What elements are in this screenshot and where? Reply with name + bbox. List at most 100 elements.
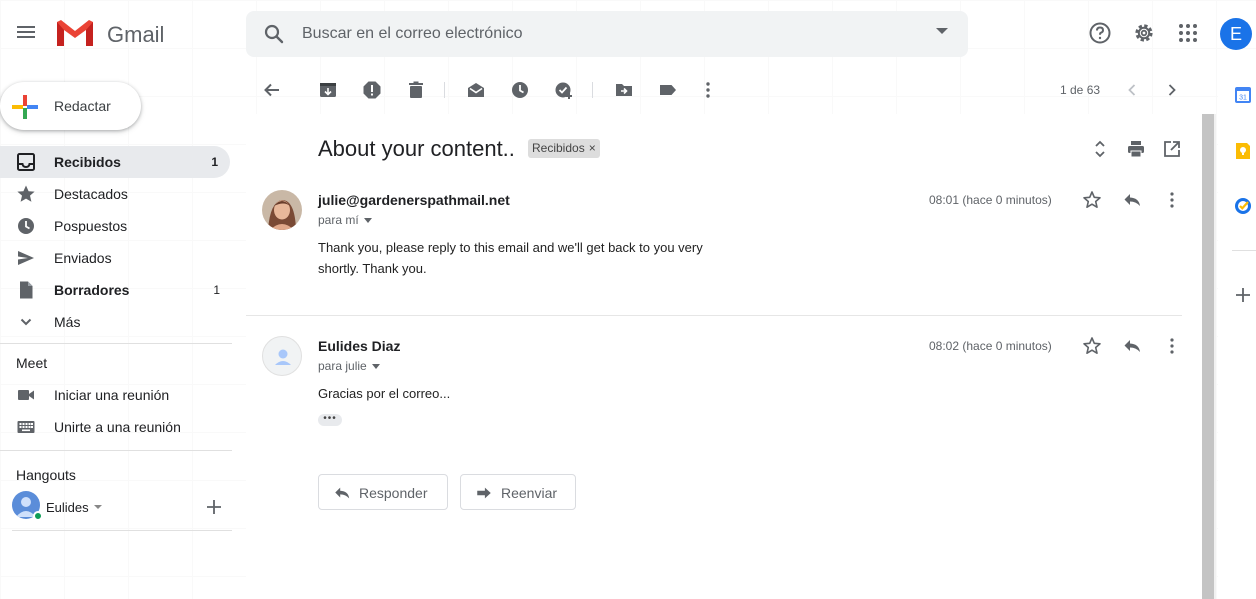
reply-button-label: Responder — [359, 485, 428, 501]
sidebar-divider — [0, 343, 232, 344]
sidebar-item-label: Enviados — [54, 250, 112, 266]
snooze-clock-icon[interactable] — [510, 80, 530, 100]
sidebar-divider — [12, 530, 232, 531]
message-more-options-icon[interactable] — [1162, 190, 1182, 210]
reply-button[interactable]: Responder — [318, 474, 448, 510]
search-icon[interactable] — [262, 22, 286, 46]
unread-count: 1 — [211, 155, 218, 169]
help-icon[interactable] — [1088, 21, 1112, 45]
caret-down-icon[interactable] — [94, 505, 102, 509]
sidebar-item-enviados[interactable]: Enviados — [0, 242, 232, 274]
more-options-icon[interactable] — [698, 80, 718, 100]
sender-avatar-photo[interactable] — [262, 190, 302, 230]
archive-icon[interactable] — [318, 80, 338, 100]
recipient-details-toggle[interactable]: para julie — [318, 359, 380, 373]
older-chevron-right-icon[interactable] — [1162, 80, 1182, 100]
search-bar[interactable] — [246, 11, 968, 57]
gmail-logo-icon[interactable] — [55, 18, 95, 48]
chevron-down-icon — [20, 318, 32, 326]
label-tag-icon[interactable] — [658, 80, 678, 100]
sidebar-item-mas[interactable]: Más — [0, 306, 232, 338]
clock-icon — [18, 218, 34, 234]
sidebar-item-label: Borradores — [54, 282, 130, 298]
join-meeting-label: Unirte a una reunión — [54, 419, 181, 435]
message-more-options-icon[interactable] — [1162, 336, 1182, 356]
join-meeting-item[interactable]: Unirte a una reunión — [0, 411, 232, 443]
sidebar-item-label: Recibidos — [54, 154, 121, 170]
scrollbar-track[interactable] — [1214, 114, 1216, 599]
label-chip-text: Recibidos — [532, 141, 585, 155]
message-sender[interactable]: julie@gardenerspathmail.net — [318, 192, 510, 208]
start-meeting-label: Iniciar una reunión — [54, 387, 170, 403]
compose-button[interactable]: Redactar — [0, 82, 141, 130]
calendar-icon[interactable]: 31 — [1234, 86, 1252, 104]
show-trimmed-content-button[interactable]: ••• — [318, 414, 342, 426]
back-arrow-icon[interactable] — [262, 80, 282, 100]
forward-button-label: Reenviar — [501, 485, 558, 501]
scrollbar-thumb[interactable] — [1202, 114, 1214, 599]
sidebar-item-recibidos[interactable]: Recibidos 1 — [0, 146, 230, 178]
sidebar-item-destacados[interactable]: Destacados — [0, 178, 232, 210]
add-to-tasks-icon[interactable] — [554, 80, 574, 100]
search-options-dropdown-icon[interactable] — [936, 28, 948, 34]
message-separator — [246, 315, 1182, 316]
hangouts-section-title: Hangouts — [16, 467, 76, 483]
reply-arrow-icon[interactable] — [1122, 190, 1142, 210]
star-icon — [17, 185, 35, 202]
print-icon[interactable] — [1126, 139, 1146, 159]
main-menu-button[interactable] — [12, 20, 40, 48]
hangouts-user[interactable]: Eulides — [12, 491, 232, 523]
svg-text:31: 31 — [1239, 95, 1247, 102]
online-status-dot — [33, 511, 43, 521]
get-addons-plus-icon[interactable] — [1234, 286, 1252, 304]
move-to-folder-icon[interactable] — [614, 80, 634, 100]
star-outline-icon[interactable] — [1082, 190, 1102, 210]
sidebar-item-borradores[interactable]: Borradores 1 — [0, 274, 232, 306]
reply-arrow-icon[interactable] — [1122, 336, 1142, 356]
draft-icon — [20, 281, 33, 299]
message-body-line: shortly. Thank you. — [318, 261, 427, 276]
search-input[interactable] — [302, 21, 902, 47]
email-subject: About your content.. — [318, 136, 515, 161]
message-body: Gracias por el correo... — [318, 383, 718, 404]
open-new-window-icon[interactable] — [1162, 139, 1182, 159]
video-icon — [18, 390, 34, 400]
caret-down-icon — [363, 218, 372, 224]
message-time: 08:02 (hace 0 minutos) — [929, 339, 1052, 353]
star-outline-icon[interactable] — [1082, 336, 1102, 356]
compose-plus-icon — [12, 95, 38, 119]
label-chip-recibidos: Recibidos × — [528, 139, 600, 158]
report-spam-icon[interactable] — [362, 80, 382, 100]
add-contact-plus-icon[interactable] — [204, 497, 224, 517]
send-icon — [18, 251, 34, 265]
message-sender[interactable]: Eulides Diaz — [318, 338, 400, 354]
pagination-text: 1 de 63 — [1060, 83, 1101, 97]
tasks-icon[interactable] — [1234, 197, 1252, 215]
delete-trash-icon[interactable] — [406, 80, 426, 100]
sidebar-item-label: Más — [54, 314, 81, 330]
newer-chevron-left-icon[interactable] — [1122, 80, 1142, 100]
reply-arrow-icon — [335, 487, 350, 499]
forward-button[interactable]: Reenviar — [460, 474, 576, 510]
remove-label-close-icon[interactable]: × — [589, 141, 596, 155]
settings-gear-icon[interactable] — [1132, 21, 1156, 45]
compose-label: Redactar — [54, 98, 111, 114]
apps-grid-icon[interactable] — [1176, 21, 1200, 45]
keep-notes-icon[interactable] — [1234, 142, 1252, 160]
message-body-line: Thank you, please reply to this email an… — [318, 240, 703, 255]
email-thread-panel — [246, 114, 1202, 599]
sidebar-item-pospuestos[interactable]: Pospuestos — [0, 210, 232, 242]
sidebar-item-label: Pospuestos — [54, 218, 128, 234]
expand-all-icon[interactable] — [1090, 139, 1110, 159]
forward-arrow-icon — [477, 487, 491, 499]
sidebar-divider — [0, 450, 232, 451]
side-panel-divider — [1232, 250, 1256, 251]
sender-avatar-default[interactable] — [262, 336, 302, 376]
caret-down-icon — [371, 364, 380, 370]
start-meeting-item[interactable]: Iniciar una reunión — [0, 379, 232, 411]
recipient-details-toggle[interactable]: para mí — [318, 213, 372, 227]
mark-unread-icon[interactable] — [466, 80, 486, 100]
inbox-icon — [17, 153, 35, 171]
recipient-text: para mí — [318, 213, 359, 227]
account-avatar[interactable]: E — [1220, 18, 1252, 50]
